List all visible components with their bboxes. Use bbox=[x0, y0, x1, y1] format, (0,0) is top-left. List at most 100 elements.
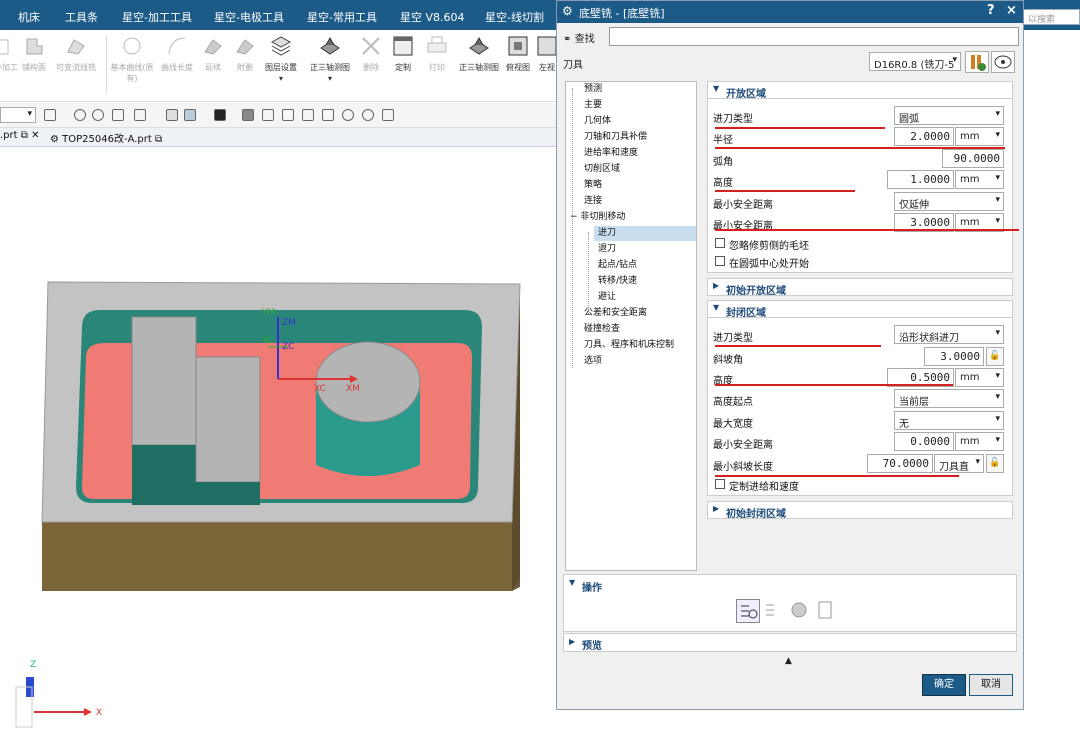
selection-filter-icon[interactable] bbox=[44, 109, 56, 121]
min-clearance-mode-select[interactable]: 仅延伸 bbox=[894, 192, 1004, 211]
tree-item-engage[interactable]: 进刀 bbox=[594, 226, 696, 241]
graphics-viewport[interactable]: XM XC YM YC ZM ZC Z X bbox=[0, 147, 556, 734]
cancel-button[interactable]: 取消 bbox=[969, 674, 1013, 696]
closed-area-header[interactable]: ▼ 封闭区域 bbox=[707, 300, 1013, 319]
snap-point-icon[interactable] bbox=[92, 109, 104, 121]
start-arc-center-checkbox[interactable] bbox=[715, 256, 725, 266]
menu-xk-version[interactable]: 星空 V8.604 bbox=[400, 9, 465, 25]
view-cube-icon[interactable] bbox=[242, 109, 254, 121]
tree-item-feeds[interactable]: 进给率和速度 bbox=[584, 146, 638, 161]
snap-square-icon[interactable] bbox=[112, 109, 124, 121]
ok-button[interactable]: 确定 bbox=[922, 674, 966, 696]
closed-height-unit-select[interactable]: mm bbox=[955, 368, 1004, 387]
eye-icon[interactable] bbox=[342, 109, 354, 121]
height-from-select[interactable]: 当前层 bbox=[894, 389, 1004, 408]
fit-view-icon[interactable] bbox=[282, 109, 294, 121]
lock-icon[interactable]: 🔓 bbox=[986, 347, 1004, 366]
ignore-trim-blank-checkbox[interactable] bbox=[715, 238, 725, 248]
tree-item-tool-axis[interactable]: 刀轴和刀具补偿 bbox=[584, 130, 647, 145]
zoom-icon[interactable] bbox=[302, 109, 314, 121]
tree-item-predict[interactable]: 预测 bbox=[584, 82, 602, 97]
tree-item-geometry[interactable]: 几何体 bbox=[584, 114, 611, 129]
tree-item-start-drill[interactable]: 起点/钻点 bbox=[598, 258, 637, 273]
ribbon-btn-basic-curve[interactable]: 基本曲线(原有) bbox=[108, 34, 156, 84]
min-ramp-length-unit-select[interactable]: 刀具直 bbox=[934, 454, 984, 473]
tree-item-options[interactable]: 选项 bbox=[584, 354, 602, 369]
tree-item-connect[interactable]: 连接 bbox=[584, 194, 602, 209]
tree-item-non-cutting[interactable]: − 非切削移动 bbox=[570, 210, 625, 225]
tree-item-cut-area[interactable]: 切削区域 bbox=[584, 162, 620, 177]
tab-top25046[interactable]: ⚙ TOP25046改-A.prt ⧉ bbox=[50, 130, 162, 145]
ribbon-btn-streamline[interactable]: 可变流线铣 bbox=[50, 34, 102, 73]
hide-eye-icon[interactable] bbox=[362, 109, 374, 121]
closed-min-clearance-input[interactable]: 0.0000 bbox=[894, 432, 954, 451]
close-icon[interactable]: ✕ bbox=[31, 130, 39, 141]
menu-xk-common[interactable]: 星空-常用工具 bbox=[307, 9, 377, 25]
generate-button[interactable] bbox=[736, 599, 760, 623]
max-width-select[interactable]: 无 bbox=[894, 411, 1004, 430]
chevron-up-icon[interactable]: ▲ bbox=[785, 656, 792, 666]
list-button[interactable] bbox=[814, 599, 838, 623]
collapse-icon[interactable]: − bbox=[570, 212, 578, 222]
open-engage-type-select[interactable]: 圆弧 bbox=[894, 106, 1004, 125]
new-tool-icon bbox=[971, 55, 986, 71]
wireframe-cube-icon[interactable] bbox=[184, 109, 196, 121]
ribbon-btn-face[interactable]: 铺构面 bbox=[20, 34, 48, 73]
rotate-icon[interactable] bbox=[322, 109, 334, 121]
tree-item-tolerance[interactable]: 公差和安全距离 bbox=[584, 306, 647, 321]
floor-wall-dialog: ⚙ 底壁铣 - [底壁铣] ? × ⚭ 查找 刀具 D16R0.8 (铣刀-5 … bbox=[556, 0, 1024, 710]
edit-tool-button[interactable] bbox=[991, 51, 1015, 73]
tree-item-retract[interactable]: 退刀 bbox=[598, 242, 616, 257]
tab-current-part[interactable]: .prt ⧉ ✕ bbox=[0, 130, 39, 141]
ribbon-btn-part[interactable]: 部件加工 bbox=[0, 34, 22, 73]
triad-z-label: Z bbox=[30, 660, 36, 670]
replay-button[interactable] bbox=[762, 599, 786, 623]
menu-xk-machining[interactable]: 星空-加工工具 bbox=[122, 9, 192, 25]
preview-header[interactable]: ▶ 预览 bbox=[563, 633, 1017, 652]
radius-input[interactable]: 2.0000 bbox=[894, 127, 954, 146]
close-button[interactable]: × bbox=[1006, 3, 1017, 18]
open-height-unit-select[interactable]: mm bbox=[955, 170, 1004, 189]
percent-icon[interactable] bbox=[382, 109, 394, 121]
render-style-icon[interactable] bbox=[214, 109, 226, 121]
open-height-input[interactable]: 1.0000 bbox=[887, 170, 954, 189]
shaded-cube-icon[interactable] bbox=[166, 109, 178, 121]
open-area-header[interactable]: ▼ 开放区域 bbox=[707, 81, 1013, 100]
ribbon-btn-layer-settings[interactable]: 图层设置 ▾ bbox=[256, 34, 306, 84]
min-ramp-length-input[interactable]: 70.0000 bbox=[867, 454, 933, 473]
popout-icon[interactable]: ⧉ bbox=[155, 134, 162, 145]
snap-grid-icon[interactable] bbox=[134, 109, 146, 121]
find-input[interactable] bbox=[609, 27, 1019, 46]
custom-feed-checkbox[interactable] bbox=[715, 479, 725, 489]
closed-engage-type-select[interactable]: 沿形状斜进刀 bbox=[894, 325, 1004, 344]
ramp-angle-input[interactable]: 3.0000 bbox=[924, 347, 984, 366]
closed-min-clearance-unit-select[interactable]: mm bbox=[955, 432, 1004, 451]
tree-item-avoid[interactable]: 避让 bbox=[598, 290, 616, 305]
filter-dropdown[interactable]: ▾ bbox=[0, 107, 36, 123]
global-search-input[interactable]: 以搜索 bbox=[1023, 9, 1080, 25]
chevron-down-icon: ▼ bbox=[713, 303, 720, 312]
tree-item-transfer[interactable]: 转移/快速 bbox=[598, 274, 637, 289]
initial-open-header[interactable]: ▶ 初始开放区域 bbox=[707, 278, 1013, 297]
height-from-label: 高度起点 bbox=[713, 397, 753, 408]
lock-icon[interactable]: 🔓 bbox=[986, 454, 1004, 473]
new-tool-button[interactable] bbox=[965, 51, 989, 73]
tree-item-collision[interactable]: 碰撞检查 bbox=[584, 322, 620, 337]
radius-unit-select[interactable]: mm bbox=[955, 127, 1004, 146]
menu-xk-electrode[interactable]: 星空-电极工具 bbox=[214, 9, 284, 25]
view-box-icon[interactable] bbox=[262, 109, 274, 121]
help-button[interactable]: ? bbox=[987, 3, 995, 18]
menu-xk-wirecut[interactable]: 星空-线切割 bbox=[485, 9, 544, 25]
popout-icon[interactable]: ⧉ bbox=[21, 130, 28, 141]
open-engage-type-label: 进刀类型 bbox=[713, 114, 753, 125]
tree-item-strategy[interactable]: 策略 bbox=[584, 178, 602, 193]
menu-toolbar[interactable]: 工具条 bbox=[65, 9, 98, 25]
tree-item-tool-program[interactable]: 刀具、程序和机床控制 bbox=[584, 338, 674, 353]
verify-button[interactable] bbox=[788, 599, 812, 623]
arc-angle-input[interactable]: 90.0000 bbox=[942, 149, 1004, 168]
menu-machine[interactable]: 机床 bbox=[18, 9, 40, 25]
initial-closed-header[interactable]: ▶ 初始封闭区域 bbox=[707, 501, 1013, 520]
snap-circle-icon[interactable] bbox=[74, 109, 86, 121]
tool-select[interactable]: D16R0.8 (铣刀-5 bbox=[869, 52, 961, 71]
tree-item-main[interactable]: 主要 bbox=[584, 98, 602, 113]
